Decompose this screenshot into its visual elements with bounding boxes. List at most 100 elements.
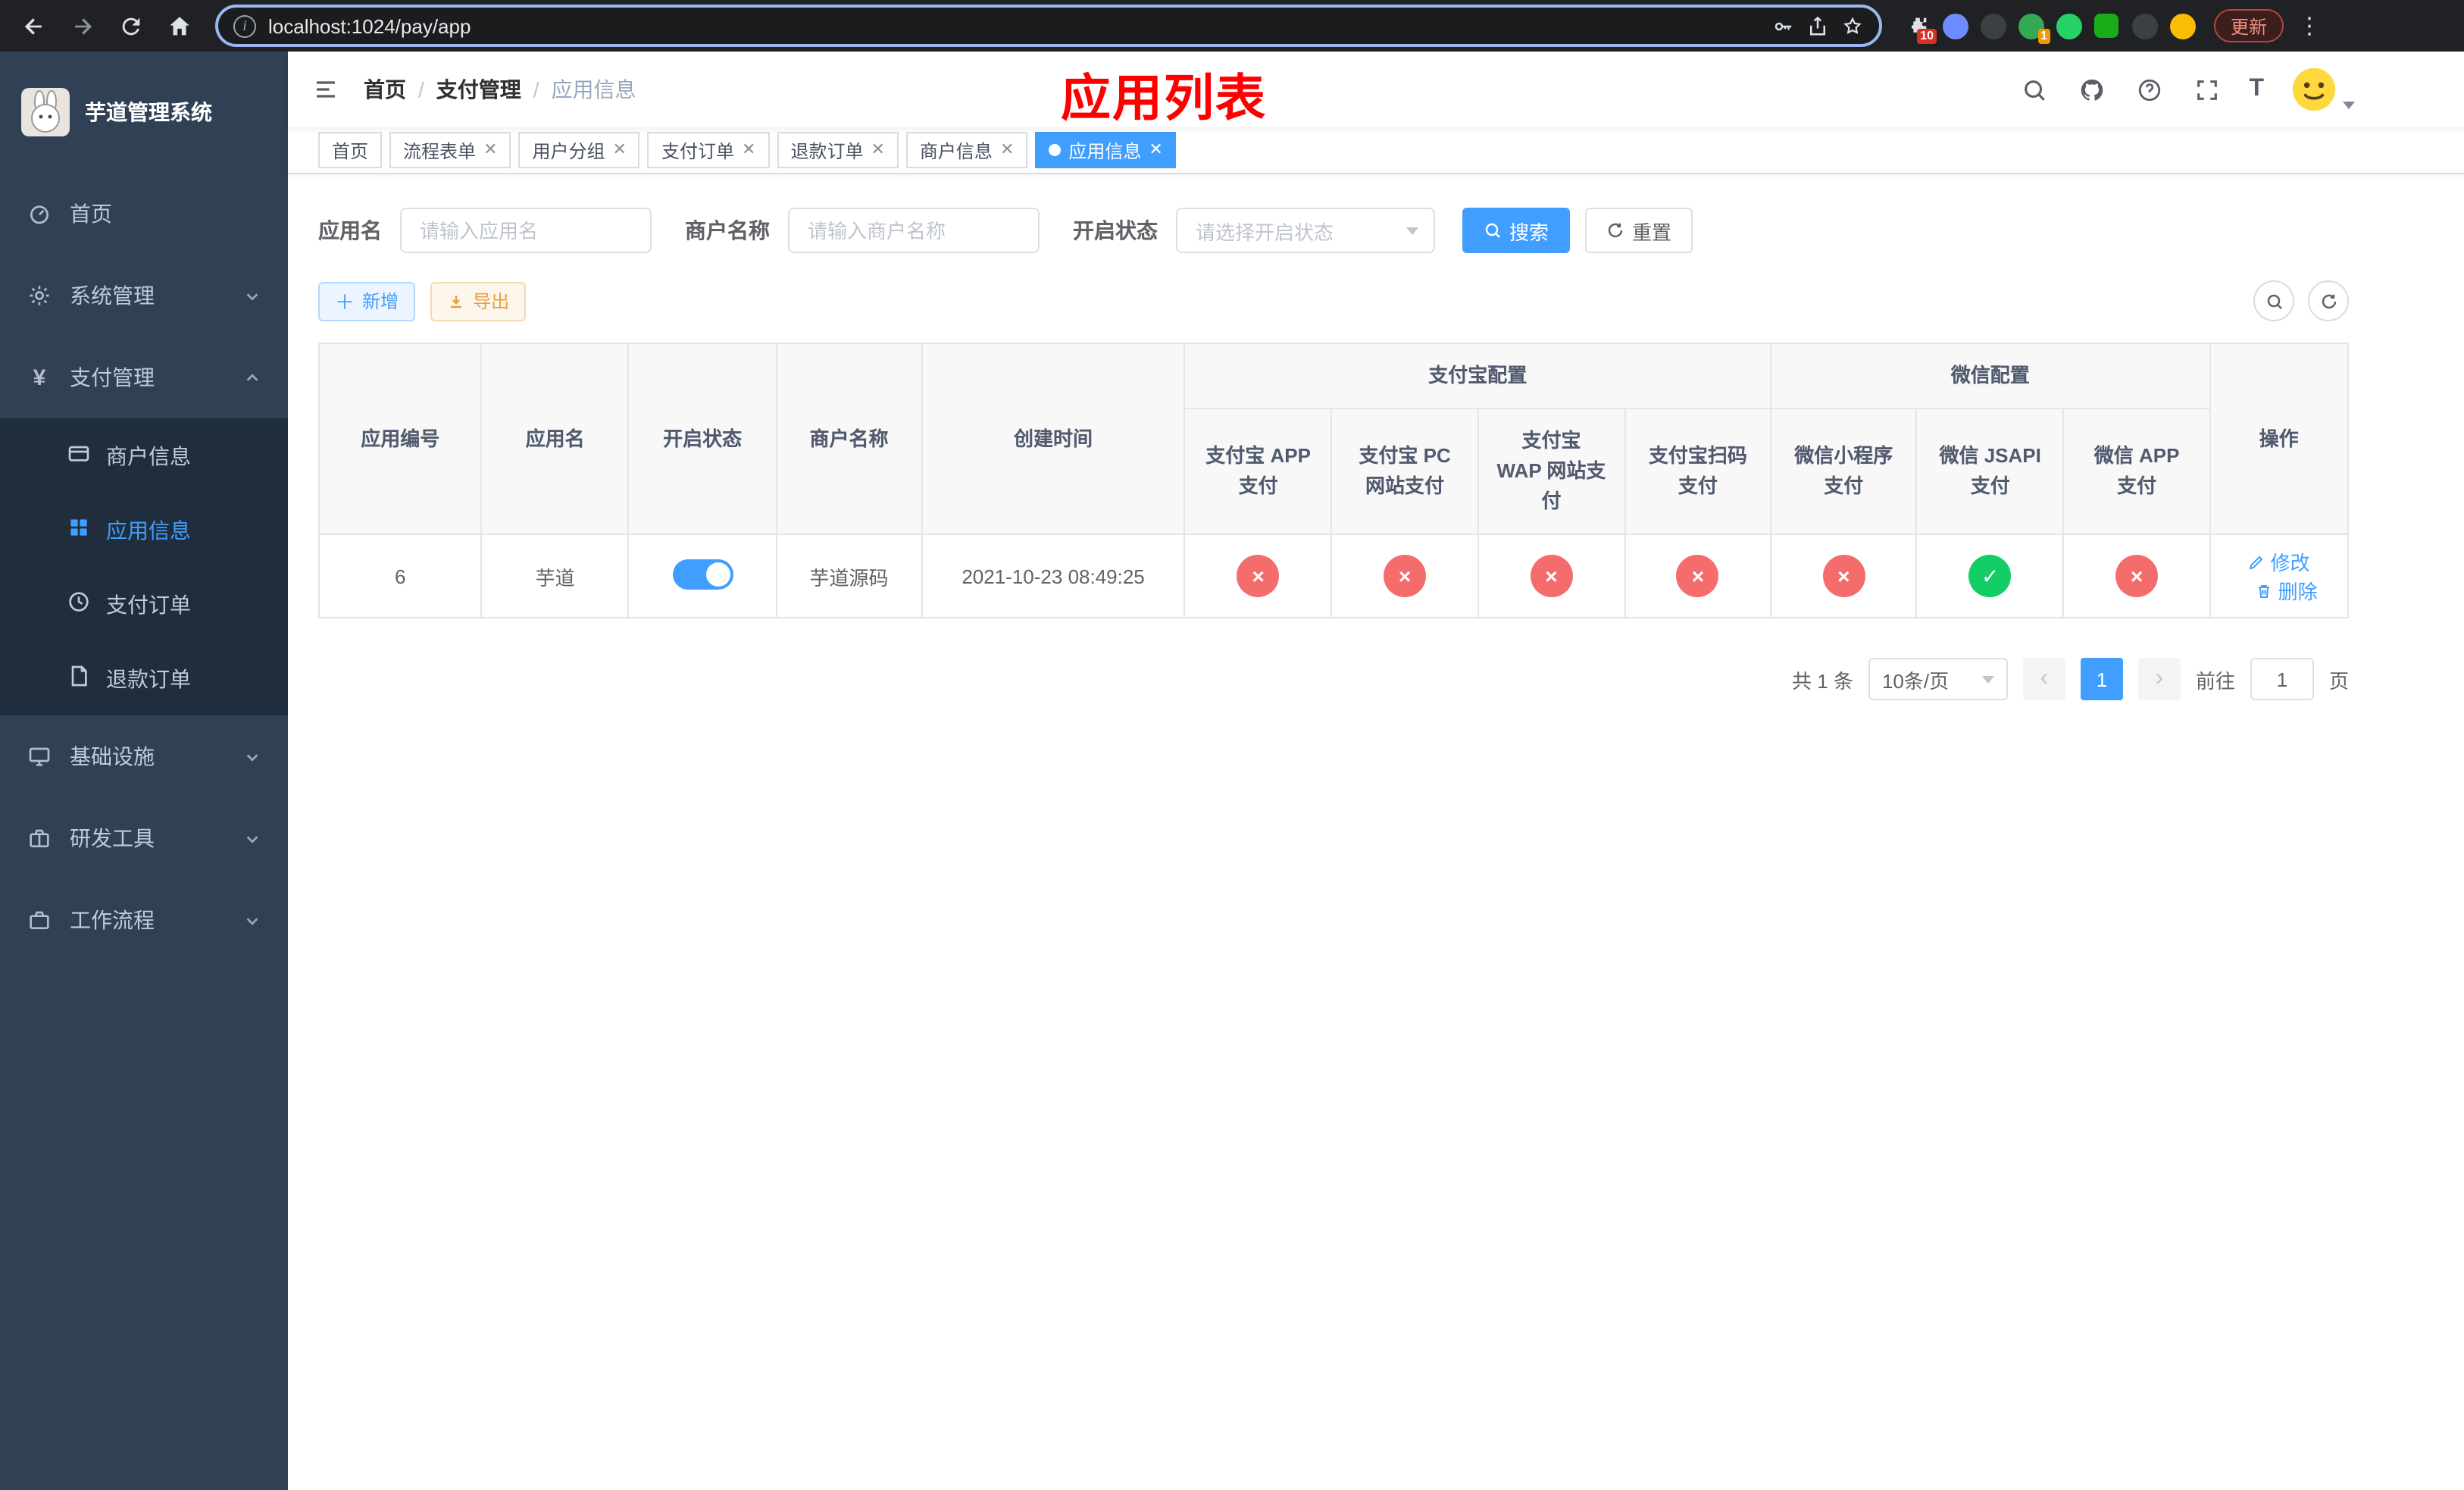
extension-icon[interactable] <box>2093 12 2120 39</box>
current-page-button[interactable]: 1 <box>2080 658 2123 700</box>
extension-icon[interactable] <box>1979 12 2006 39</box>
tag-user-group[interactable]: 用户分组 ✕ <box>518 132 640 168</box>
col-group-wechat: 微信配置 <box>1770 343 2211 409</box>
sidebar-item-system[interactable]: 系统管理 <box>0 255 288 337</box>
browser-toolbar: i localhost:1024/pay/app 10 1 更新 ⋮ <box>0 0 2464 52</box>
delete-link[interactable]: 删除 <box>2256 576 2318 605</box>
close-icon[interactable]: ✕ <box>1000 141 1014 158</box>
col-wx-lite: 微信小程序支付 <box>1770 408 1918 535</box>
extension-icon[interactable] <box>2169 12 2196 39</box>
tag-label: 首页 <box>332 140 369 161</box>
prev-page-button[interactable]: ‹ <box>2022 658 2065 700</box>
extension-icon[interactable] <box>2131 12 2158 39</box>
font-size-icon[interactable]: T <box>2249 76 2264 103</box>
app-title: 芋道管理系统 <box>85 100 212 124</box>
browser-menu-icon[interactable]: ⋮ <box>2296 12 2323 39</box>
tag-label: 支付订单 <box>661 140 734 161</box>
caret-down-icon <box>1981 675 1994 683</box>
status-cross-icon: × <box>1530 555 1573 597</box>
extensions-puzzle-icon[interactable]: 10 <box>1903 12 1937 44</box>
password-key-icon[interactable] <box>1771 14 1794 37</box>
address-bar[interactable]: i localhost:1024/pay/app <box>215 5 1882 47</box>
site-info-icon[interactable]: i <box>233 14 256 37</box>
page-size-select[interactable]: 10条/页 <box>1868 658 2008 700</box>
tag-pay-order[interactable]: 支付订单 ✕ <box>647 132 770 168</box>
help-icon[interactable] <box>2134 74 2164 105</box>
status-toggle[interactable] <box>672 559 733 589</box>
sidebar-item-home[interactable]: 首页 <box>0 173 288 255</box>
app-name-input[interactable] <box>400 208 652 253</box>
extension-icon[interactable] <box>1941 12 1968 39</box>
extension-icon[interactable]: 1 <box>2017 12 2050 44</box>
grid-icon <box>67 515 91 544</box>
card-icon <box>67 441 91 470</box>
user-menu[interactable] <box>2291 67 2355 112</box>
tag-home[interactable]: 首页 <box>318 132 383 168</box>
close-icon[interactable]: ✕ <box>613 141 627 158</box>
github-icon[interactable] <box>2076 74 2106 105</box>
extension-badge: 1 <box>2037 29 2050 44</box>
browser-forward-button[interactable] <box>61 5 103 47</box>
goto-page-input[interactable] <box>2250 658 2314 700</box>
cell-wx-lite: × <box>1770 534 1918 618</box>
add-button-label: 新增 <box>362 291 399 312</box>
close-icon[interactable]: ✕ <box>871 141 884 158</box>
sidebar-item-infra[interactable]: 基础设施 <box>0 715 288 797</box>
col-alipay-scan: 支付宝扫码支付 <box>1624 408 1772 535</box>
sidebar-fold-icon[interactable] <box>288 76 364 103</box>
col-wx-app: 微信 APP 支付 <box>2062 408 2211 535</box>
merchant-name-input[interactable] <box>788 208 1040 253</box>
sidebar-item-payment[interactable]: ¥ 支付管理 <box>0 337 288 418</box>
cell-app-id: 6 <box>317 534 483 618</box>
active-dot <box>1049 144 1062 156</box>
add-button[interactable]: ＋ 新增 <box>318 281 416 321</box>
edit-link[interactable]: 修改 <box>2248 547 2310 576</box>
chrome-update-button[interactable]: 更新 <box>2214 9 2284 42</box>
fullscreen-icon[interactable] <box>2191 74 2222 105</box>
close-icon[interactable]: ✕ <box>1149 141 1162 158</box>
status-select[interactable]: 请选择开启状态 <box>1176 208 1435 253</box>
toolbar-right <box>2253 280 2349 321</box>
sidebar-item-app-info[interactable]: 应用信息 <box>0 493 288 567</box>
user-avatar[interactable] <box>2291 67 2337 112</box>
sidebar-item-label: 支付管理 <box>70 365 155 390</box>
reset-button[interactable]: 重置 <box>1585 208 1693 253</box>
search-icon[interactable] <box>2018 74 2049 105</box>
download-icon <box>451 295 462 308</box>
search-button[interactable]: 搜索 <box>1462 208 1571 253</box>
breadcrumb-payment[interactable]: 支付管理 <box>436 74 521 105</box>
chevron-down-icon <box>244 287 261 304</box>
sidebar: 芋道管理系统 首页 系统管理 ¥ 支付管理 商户信息 应用信息 支付订单 退款订… <box>0 52 288 1490</box>
share-icon[interactable] <box>1806 14 1829 37</box>
sidebar-item-workflow[interactable]: 工作流程 <box>0 879 288 961</box>
page-root: i localhost:1024/pay/app 10 1 更新 ⋮ 芋道管理系… <box>0 0 2464 1490</box>
browser-home-button[interactable] <box>158 5 200 47</box>
close-icon[interactable]: ✕ <box>483 141 497 158</box>
toolbox-icon <box>27 908 52 932</box>
refresh-icon <box>2321 293 2336 308</box>
browser-reload-button[interactable] <box>109 5 152 47</box>
refresh-table-button[interactable] <box>2308 280 2349 321</box>
breadcrumb-home[interactable]: 首页 <box>364 74 406 105</box>
bookmark-star-icon[interactable] <box>1841 14 1864 37</box>
sidebar-item-merchant-info[interactable]: 商户信息 <box>0 418 288 493</box>
toggle-search-button[interactable] <box>2253 280 2294 321</box>
sidebar-item-label: 工作流程 <box>70 908 155 932</box>
url-text[interactable]: localhost:1024/pay/app <box>268 14 1759 37</box>
close-icon[interactable]: ✕ <box>742 141 755 158</box>
next-page-button[interactable]: › <box>2137 658 2181 700</box>
tag-process-form[interactable]: 流程表单 ✕ <box>389 132 511 168</box>
tag-refund-order[interactable]: 退款订单 ✕ <box>777 132 899 168</box>
tag-app-info[interactable]: 应用信息 ✕ <box>1035 132 1177 168</box>
extension-icon[interactable] <box>2055 12 2082 39</box>
goto-label: 前往 <box>2195 669 2235 692</box>
export-button[interactable]: 导出 <box>430 281 527 321</box>
browser-back-button[interactable] <box>12 5 55 47</box>
search-icon <box>2266 293 2281 308</box>
sidebar-item-dev-tools[interactable]: 研发工具 <box>0 797 288 879</box>
yen-icon: ¥ <box>33 365 46 390</box>
tag-merchant-info[interactable]: 商户信息 ✕ <box>905 132 1028 168</box>
page-unit-label: 页 <box>2328 669 2349 692</box>
sidebar-item-refund-order[interactable]: 退款订单 <box>0 641 288 715</box>
sidebar-item-pay-order[interactable]: 支付订单 <box>0 567 288 641</box>
